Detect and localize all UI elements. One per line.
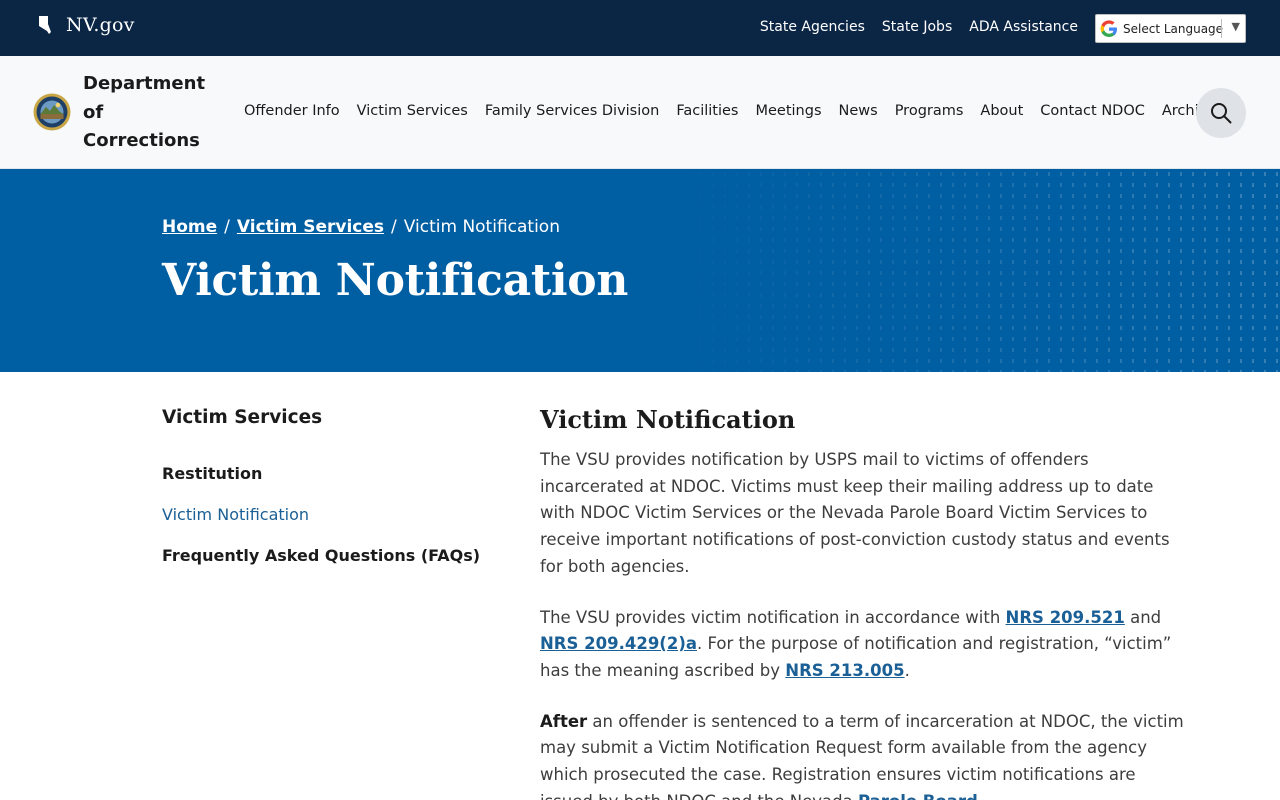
paragraph-3: After an offender is sentenced to a term… [540, 709, 1188, 800]
nrs-213-005-link[interactable]: NRS 213.005 [785, 661, 904, 680]
side-nav-title: Victim Services [162, 407, 323, 428]
breadcrumb-home[interactable]: Home [162, 217, 217, 237]
utility-links: State Agencies State Jobs ADA Assistance [743, 19, 1078, 35]
department-name-link[interactable]: Department of Corrections [83, 70, 213, 156]
breadcrumb-victim-services[interactable]: Victim Services [237, 217, 384, 237]
breadcrumb: Home / Victim Services / Victim Notifica… [162, 217, 560, 237]
main-content: Victim Notification The VSU provides not… [540, 405, 1188, 800]
paragraph-2-text: The VSU provides victim notification in … [540, 607, 1006, 627]
search-icon [1211, 103, 1232, 124]
paragraph-1: The VSU provides notification by USPS ma… [540, 450, 1170, 576]
side-nav-faqs[interactable]: Frequently Asked Questions (FAQs) [162, 546, 492, 565]
paragraph-3-text: an offender is sentenced to a term of in… [540, 711, 1184, 800]
paragraph-2-text: and [1124, 607, 1162, 627]
main-nav: Offender Info Victim Services Family Ser… [244, 103, 1280, 119]
paragraph-2: The VSU provides victim notification in … [540, 605, 1188, 685]
page-title: Victim Notification [162, 255, 629, 306]
dept-name-line-3: Corrections [83, 130, 200, 151]
search-button[interactable] [1196, 88, 1246, 138]
nav-programs[interactable]: Programs [895, 103, 964, 119]
nrs-209-429-link[interactable]: NRS 209.429(2)a [540, 634, 697, 653]
dept-name-line-1: Department [83, 73, 206, 94]
dept-name-line-2: of [83, 101, 104, 123]
state-agencies-link[interactable]: State Agencies [760, 19, 865, 35]
dropdown-arrow-icon: ▼ [1231, 20, 1240, 33]
state-jobs-link[interactable]: State Jobs [882, 19, 952, 35]
nevada-seal-icon[interactable] [33, 93, 71, 131]
site-header: Department of Corrections Offender Info … [0, 56, 1280, 169]
utility-bar: NV.gov State Agencies State Jobs ADA Ass… [0, 0, 1280, 56]
nav-family-services-division[interactable]: Family Services Division [485, 103, 659, 119]
nrs-209-521-link[interactable]: NRS 209.521 [1006, 608, 1125, 627]
nav-facilities[interactable]: Facilities [676, 103, 738, 119]
side-nav-restitution[interactable]: Restitution [162, 464, 492, 483]
breadcrumb-separator: / [224, 217, 230, 237]
nav-meetings[interactable]: Meetings [755, 103, 821, 119]
breadcrumb-current: Victim Notification [403, 217, 560, 237]
nv-gov-brand: NV.gov [66, 14, 135, 36]
side-nav: Victim Services Restitution Victim Notif… [162, 407, 492, 565]
parole-board-link[interactable]: Parole Board [858, 792, 978, 800]
nav-contact-ndoc[interactable]: Contact NDOC [1040, 103, 1145, 119]
nav-about[interactable]: About [980, 103, 1023, 119]
nv-gov-link[interactable]: NV.gov [38, 14, 135, 36]
hero-banner: Home / Victim Services / Victim Notifica… [0, 169, 1280, 372]
nav-victim-services[interactable]: Victim Services [357, 103, 468, 119]
ada-assistance-link[interactable]: ADA Assistance [969, 19, 1078, 35]
side-nav-victim-notification[interactable]: Victim Notification [162, 505, 492, 524]
nav-offender-info[interactable]: Offender Info [244, 103, 340, 119]
hero-dot-pattern [660, 169, 1280, 372]
language-select-label: Select Language [1123, 21, 1224, 36]
breadcrumb-separator: / [391, 217, 397, 237]
nevada-state-icon [39, 16, 51, 34]
paragraph-3-text: . [978, 792, 983, 800]
language-select[interactable]: Select Language ▼ [1095, 14, 1246, 43]
paragraph-2-text: . [904, 660, 910, 680]
language-select-divider [1221, 19, 1222, 38]
paragraph-3-bold: After [540, 711, 588, 731]
google-icon [1100, 19, 1117, 37]
content-heading: Victim Notification [540, 405, 796, 434]
nav-news[interactable]: News [839, 103, 878, 119]
